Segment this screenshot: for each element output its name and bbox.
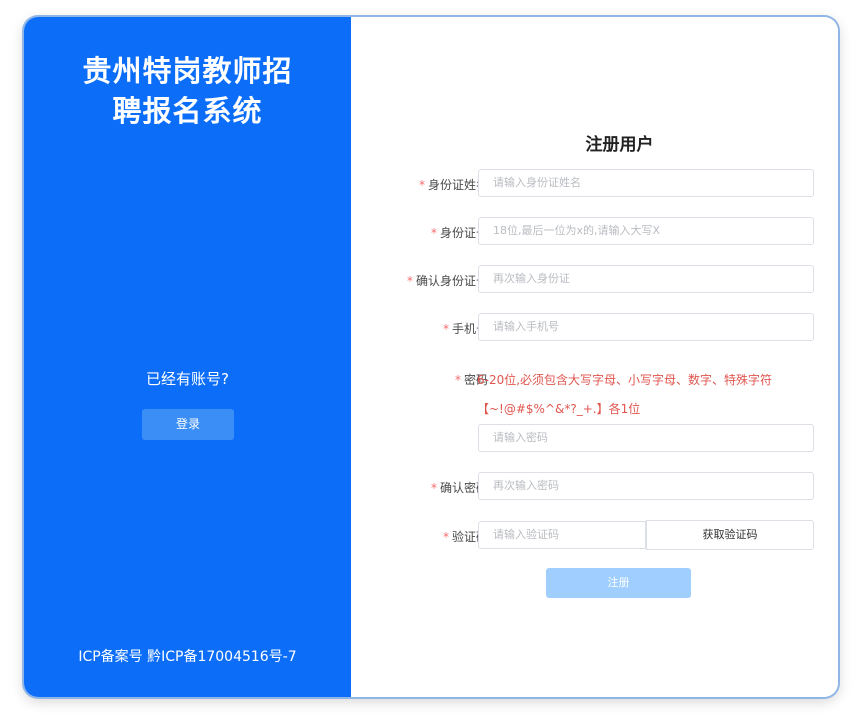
captcha-input[interactable] bbox=[478, 521, 646, 549]
password-special-chars-hint: 【~!@#$%^&*?_+.】各1位 bbox=[477, 402, 641, 416]
confirm-id-label: * 确认身份证号 bbox=[406, 274, 488, 288]
id-number-input[interactable] bbox=[478, 217, 814, 245]
phone-input[interactable] bbox=[478, 313, 814, 341]
confirm-id-input[interactable] bbox=[478, 265, 814, 293]
password-label: * 密码 bbox=[454, 373, 488, 387]
has-account-text: 已经有账号? bbox=[146, 370, 229, 388]
left-panel: 贵州特岗教师招 聘报名系统 已经有账号? 登录 ICP备案号 黔ICP备1700… bbox=[24, 17, 351, 697]
confirm-password-label: * 确认密码 bbox=[430, 481, 488, 495]
required-mark: * bbox=[418, 178, 425, 192]
required-mark: * bbox=[406, 274, 413, 288]
login-button[interactable]: 登录 bbox=[142, 409, 234, 440]
system-title: 贵州特岗教师招 聘报名系统 bbox=[44, 51, 331, 131]
system-title-line2: 聘报名系统 bbox=[112, 94, 263, 128]
register-card: 贵州特岗教师招 聘报名系统 已经有账号? 登录 ICP备案号 黔ICP备1700… bbox=[24, 17, 838, 697]
required-mark: * bbox=[454, 373, 461, 387]
confirm-password-input[interactable] bbox=[478, 472, 814, 500]
register-form: 注册用户 *身份证姓名 *身份证号 *确认身份证号 *手机号 bbox=[351, 17, 838, 697]
required-mark: * bbox=[442, 530, 449, 544]
password-rule-hint: 6-20位,必须包含大写字母、小写字母、数字、特殊字符 bbox=[477, 373, 773, 387]
id-name-label: * 身份证姓名 bbox=[418, 178, 488, 192]
icp-record: ICP备案号 黔ICP备17004516号-7 bbox=[78, 649, 297, 665]
id-name-input[interactable] bbox=[478, 169, 814, 197]
required-mark: * bbox=[442, 322, 449, 336]
id-number-label: * 身份证号 bbox=[430, 226, 488, 240]
captcha-label: * 验证码 bbox=[442, 530, 488, 544]
form-title: 注册用户 bbox=[585, 135, 654, 155]
get-captcha-button[interactable]: 获取验证码 bbox=[646, 520, 814, 550]
password-input[interactable] bbox=[478, 424, 814, 452]
register-button[interactable]: 注册 bbox=[546, 568, 691, 598]
system-title-line1: 贵州特岗教师招 bbox=[82, 54, 293, 88]
required-mark: * bbox=[430, 226, 437, 240]
required-mark: * bbox=[430, 481, 437, 495]
phone-label: * 手机号 bbox=[442, 322, 488, 336]
